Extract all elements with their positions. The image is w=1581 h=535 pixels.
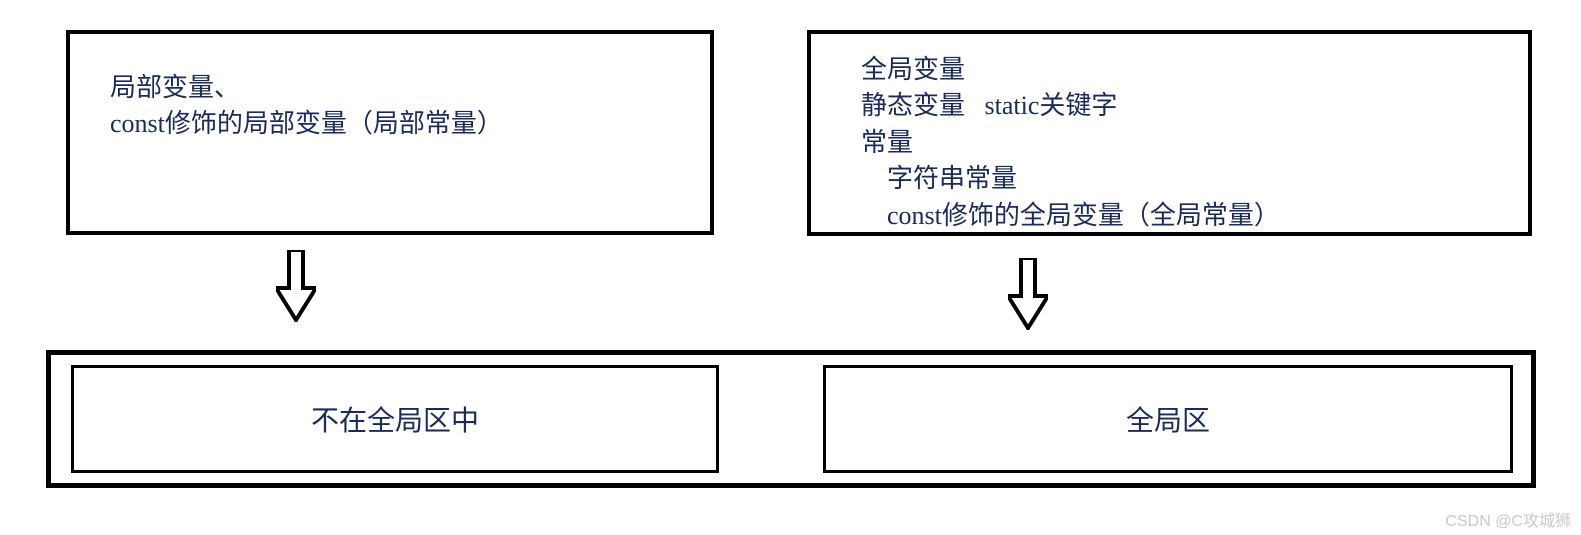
text-line: const修饰的局部变量（局部常量） bbox=[110, 106, 670, 142]
down-arrow-icon bbox=[276, 250, 316, 322]
not-global-region-box: 不在全局区中 bbox=[71, 365, 719, 473]
global-variables-box: 全局变量 静态变量 static关键字 常量 字符串常量 const修饰的全局变… bbox=[807, 30, 1532, 236]
local-variables-box: 局部变量、 const修饰的局部变量（局部常量） bbox=[66, 30, 714, 235]
region-label: 不在全局区中 bbox=[311, 399, 479, 439]
watermark: CSDN @C攻城狮 bbox=[1445, 507, 1571, 531]
text-line: 全局变量 bbox=[861, 52, 1478, 88]
memory-region-container: 不在全局区中 全局区 bbox=[46, 350, 1536, 488]
text-line: 局部变量、 bbox=[110, 70, 670, 106]
region-label: 全局区 bbox=[1126, 399, 1210, 439]
down-arrow-icon bbox=[1008, 258, 1048, 330]
text-line: const修饰的全局变量（全局常量） bbox=[861, 198, 1478, 234]
text-line: 字符串常量 bbox=[861, 161, 1478, 197]
text-line: 静态变量 static关键字 bbox=[861, 88, 1478, 124]
global-region-box: 全局区 bbox=[823, 365, 1513, 473]
text-line: 常量 bbox=[861, 125, 1478, 161]
